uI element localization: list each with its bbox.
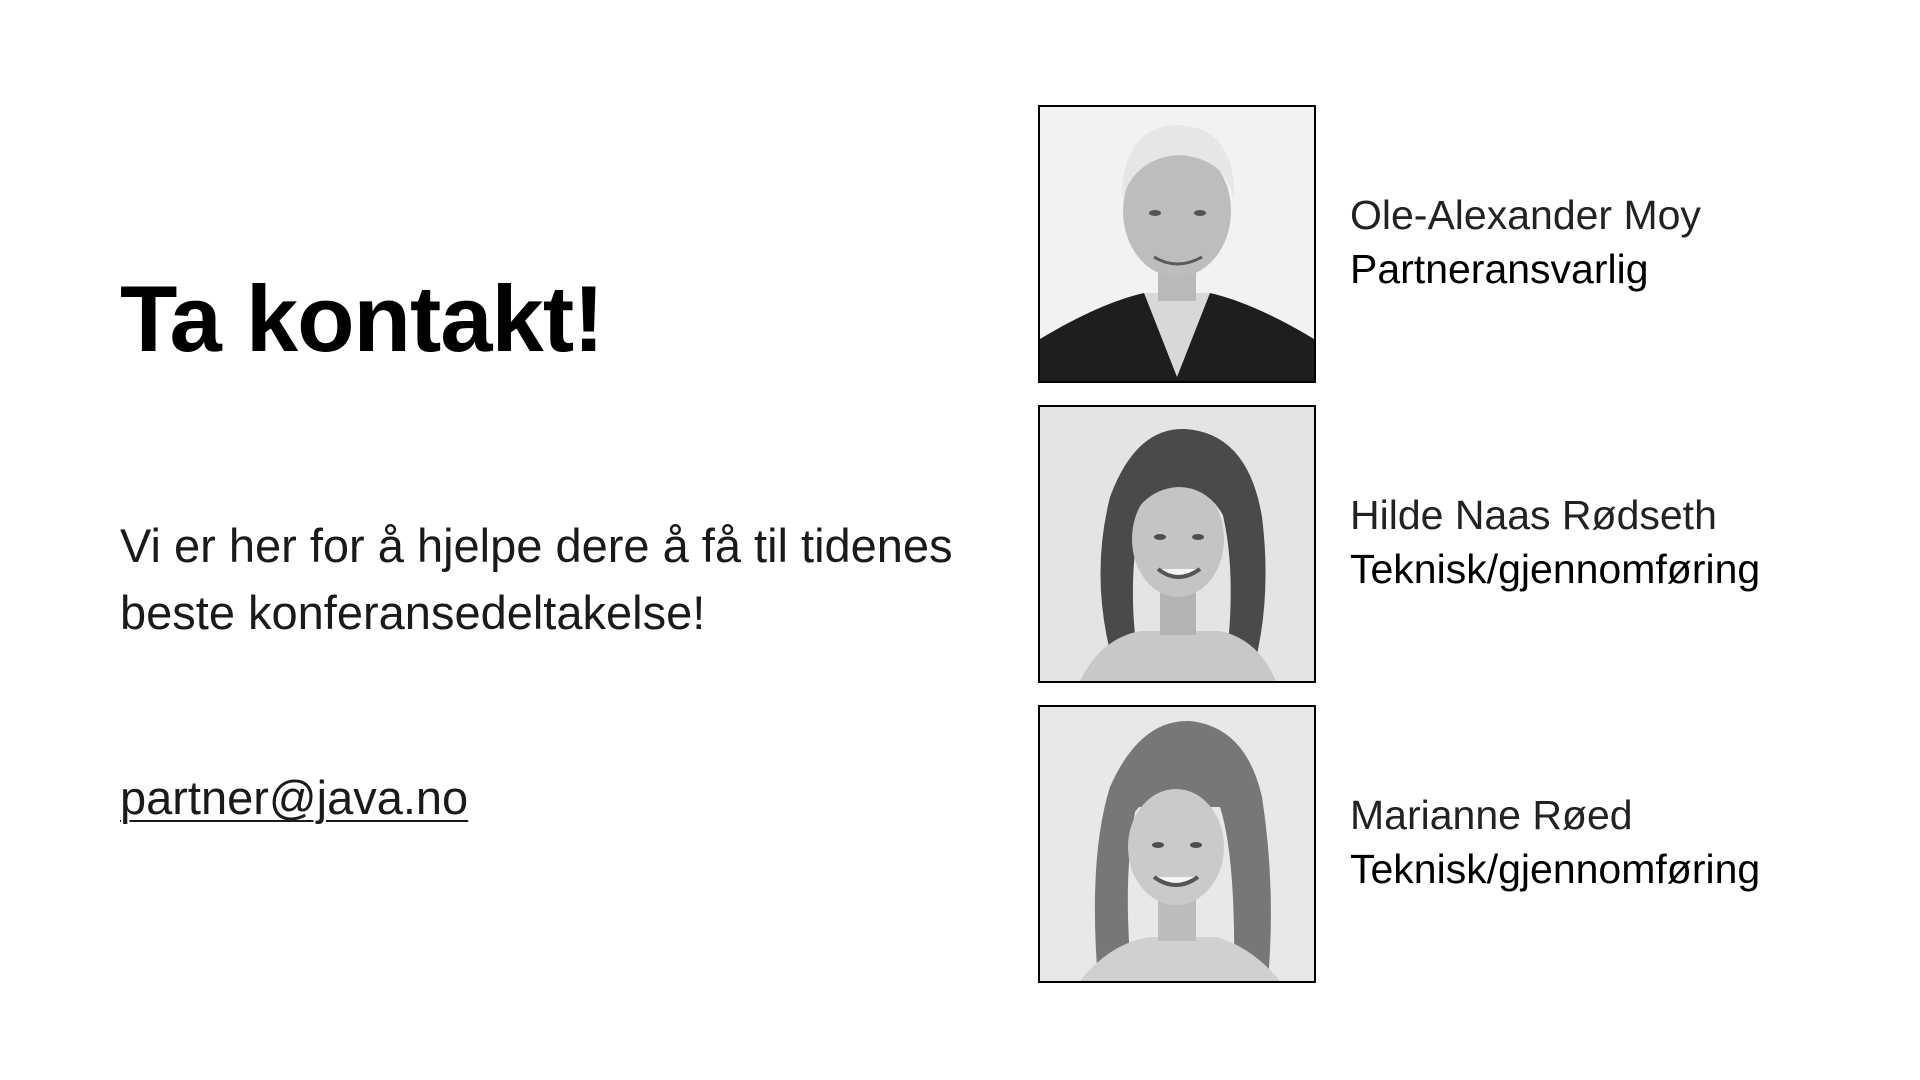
portrait-woman-curly [1040,407,1314,681]
contact-info-3: Marianne Røed Teknisk/gjennomføring [1350,789,1760,897]
contact-name-2: Hilde Naas Rødseth [1350,492,1717,538]
contact-info-1: Ole-Alexander Moy Partneransvarlig [1350,189,1701,297]
contact-role-2: Teknisk/gjennomføring [1350,546,1761,592]
portrait-man [1040,107,1314,381]
contact-name-3: Marianne Røed [1350,792,1633,838]
contact-role-1: Partneransvarlig [1350,246,1649,292]
contact-card-3: Marianne Røed Teknisk/gjennomføring [1038,705,1858,983]
portrait-woman-straight [1040,707,1314,981]
contact-photo-3 [1038,705,1316,983]
contact-name-1: Ole-Alexander Moy [1350,192,1701,238]
contact-photo-1 [1038,105,1316,383]
slide-tagline: Vi er her for å hjelpe dere å få til tid… [120,519,953,639]
email-link[interactable]: partner@java.no [120,770,468,825]
contact-card-2: Hilde Naas Rødseth Teknisk/gjennomføring [1038,405,1858,683]
contact-photo-2 [1038,405,1316,683]
contact-info-2: Hilde Naas Rødseth Teknisk/gjennomføring [1350,489,1760,597]
contact-role-3: Teknisk/gjennomføring [1350,846,1761,892]
contact-card-1: Ole-Alexander Moy Partneransvarlig [1038,105,1858,383]
slide-title: Ta kontakt! [120,266,604,371]
